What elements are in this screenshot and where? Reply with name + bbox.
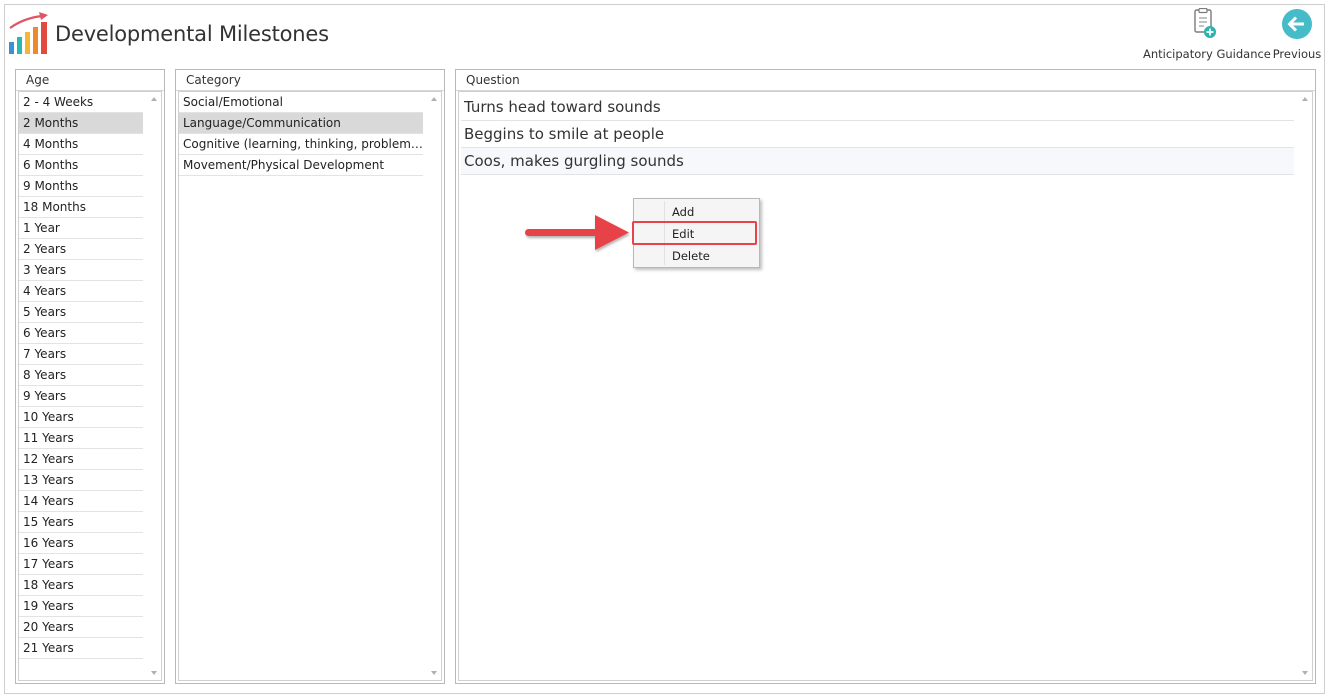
- category-list-item[interactable]: Cognitive (learning, thinking, problem-s…: [179, 134, 423, 155]
- age-list-item[interactable]: 1 Year: [19, 218, 143, 239]
- age-panel-header: Age: [16, 70, 164, 91]
- previous-button[interactable]: Previous: [1271, 8, 1323, 61]
- age-list-item[interactable]: 12 Years: [19, 449, 143, 470]
- age-list-container: 2 - 4 Weeks 2 Months 4 Months 6 Months 9 Mon…: [18, 91, 162, 681]
- age-list-item[interactable]: 6 Years: [19, 323, 143, 344]
- age-list-item[interactable]: 18 Years: [19, 575, 143, 596]
- scroll-up-icon[interactable]: [1302, 97, 1308, 101]
- scroll-up-icon[interactable]: [151, 97, 157, 101]
- age-list-item[interactable]: 17 Years: [19, 554, 143, 575]
- age-list-scrollbar[interactable]: [146, 92, 161, 680]
- age-list-item[interactable]: 15 Years: [19, 512, 143, 533]
- question-list: Turns head toward sounds Beggins to smile…: [461, 94, 1294, 175]
- category-panel-header: Category: [176, 70, 444, 91]
- age-list-item[interactable]: 11 Years: [19, 428, 143, 449]
- category-list-item[interactable]: Social/Emotional: [179, 92, 423, 113]
- age-list-item[interactable]: 9 Months: [19, 176, 143, 197]
- scroll-down-icon[interactable]: [431, 671, 437, 675]
- category-list-item[interactable]: Language/Communication: [179, 113, 423, 134]
- age-list-item[interactable]: 7 Years: [19, 344, 143, 365]
- question-list-item[interactable]: Beggins to smile at people: [461, 121, 1294, 148]
- age-list: 2 - 4 Weeks 2 Months 4 Months 6 Months 9 Mon…: [19, 92, 143, 659]
- age-list-item[interactable]: 4 Months: [19, 134, 143, 155]
- milestones-chart-icon: [8, 12, 50, 54]
- category-list: Social/Emotional Language/Communication Co…: [179, 92, 423, 176]
- scroll-down-icon[interactable]: [151, 671, 157, 675]
- back-arrow-icon: [1281, 9, 1313, 43]
- question-list-item[interactable]: Coos, makes gurgling sounds: [461, 148, 1294, 175]
- age-list-item[interactable]: 10 Years: [19, 407, 143, 428]
- age-list-item[interactable]: 2 - 4 Weeks: [19, 92, 143, 113]
- age-list-item[interactable]: 3 Years: [19, 260, 143, 281]
- age-list-item[interactable]: 4 Years: [19, 281, 143, 302]
- age-list-item[interactable]: 16 Years: [19, 533, 143, 554]
- age-panel: Age 2 - 4 Weeks 2 Months 4 Months 6 Months 9…: [15, 69, 165, 684]
- question-panel-header: Question: [456, 70, 1315, 91]
- age-list-item[interactable]: 9 Years: [19, 386, 143, 407]
- age-list-item[interactable]: 6 Months: [19, 155, 143, 176]
- context-menu-delete[interactable]: Delete: [672, 249, 710, 263]
- page-title: Developmental Milestones: [55, 22, 329, 46]
- question-list-item[interactable]: Turns head toward sounds: [461, 94, 1294, 121]
- annotation-arrow-icon: [522, 211, 632, 257]
- age-list-item[interactable]: 18 Months: [19, 197, 143, 218]
- age-list-item[interactable]: 14 Years: [19, 491, 143, 512]
- category-list-item[interactable]: Movement/Physical Development: [179, 155, 423, 176]
- age-list-item[interactable]: 21 Years: [19, 638, 143, 659]
- document-add-icon: [1189, 7, 1219, 43]
- age-list-item[interactable]: 2 Months: [19, 113, 143, 134]
- question-list-scrollbar[interactable]: [1297, 92, 1312, 680]
- scroll-up-icon[interactable]: [431, 97, 437, 101]
- category-list-scrollbar[interactable]: [426, 92, 441, 680]
- edit-highlight-box: [632, 221, 757, 245]
- anticipatory-guidance-button[interactable]: Anticipatory Guidance: [1143, 7, 1271, 61]
- age-list-item[interactable]: 2 Years: [19, 239, 143, 260]
- question-list-container: Turns head toward sounds Beggins to smile…: [458, 91, 1313, 681]
- age-list-item[interactable]: 8 Years: [19, 365, 143, 386]
- question-panel: Question Turns head toward sounds Beggins…: [455, 69, 1316, 684]
- scroll-down-icon[interactable]: [1302, 671, 1308, 675]
- previous-label: Previous: [1272, 47, 1322, 61]
- category-list-container: Social/Emotional Language/Communication Co…: [178, 91, 442, 681]
- context-menu-add[interactable]: Add: [672, 205, 694, 219]
- age-list-item[interactable]: 5 Years: [19, 302, 143, 323]
- anticipatory-guidance-label: Anticipatory Guidance: [1143, 47, 1271, 61]
- category-panel: Category Social/Emotional Language/Commun…: [175, 69, 445, 684]
- age-list-item[interactable]: 19 Years: [19, 596, 143, 617]
- age-list-item[interactable]: 20 Years: [19, 617, 143, 638]
- age-list-item[interactable]: 13 Years: [19, 470, 143, 491]
